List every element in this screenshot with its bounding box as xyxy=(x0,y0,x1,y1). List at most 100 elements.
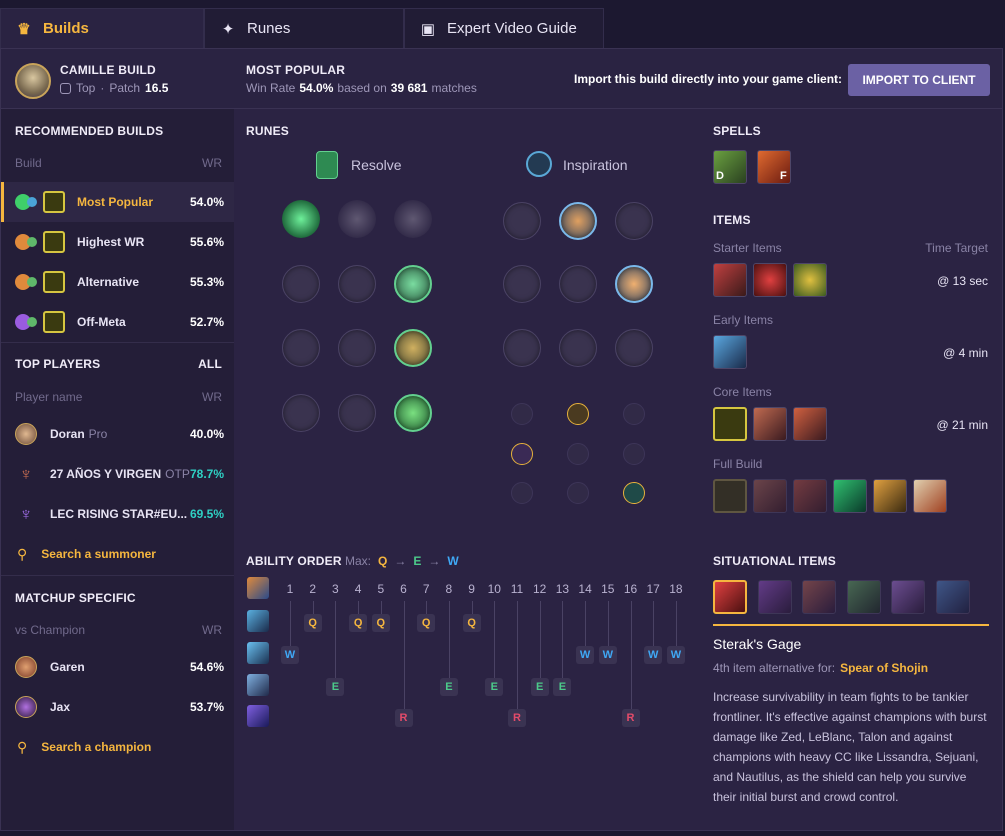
full-build-item-icon xyxy=(793,479,827,513)
search-summoner-link[interactable]: ⚲ Search a summoner xyxy=(1,534,234,574)
situational-item-icon[interactable] xyxy=(891,580,925,614)
skill-point-q: Q xyxy=(371,614,390,632)
shard-icon xyxy=(623,403,645,425)
situational-item-icon[interactable] xyxy=(758,580,792,614)
alternative-for: 4th item alternative for: Spear of Shoji… xyxy=(713,661,929,675)
top-role-icon xyxy=(60,82,71,94)
level-number: 14 xyxy=(578,582,592,596)
matchup-row[interactable]: Jax 53.7% xyxy=(1,687,234,727)
situational-item-icon[interactable] xyxy=(802,580,836,614)
level-connector xyxy=(607,601,609,646)
situational-item-icon[interactable] xyxy=(847,580,881,614)
items-title: ITEMS xyxy=(713,213,751,227)
import-to-client-button[interactable]: IMPORT TO CLIENT xyxy=(848,64,990,96)
build-panel: CAMILLE BUILD Top · Patch 16.5 MOST POPUL… xyxy=(0,48,1003,831)
build-option-alternative[interactable]: Alternative 55.3% xyxy=(1,262,234,302)
skill-point-e: E xyxy=(530,678,549,696)
level-connector xyxy=(403,601,405,709)
situational-item-name: Sterak's Gage xyxy=(713,636,802,652)
doran-blade-icon xyxy=(713,263,747,297)
tab-runes[interactable]: ✦ Runes xyxy=(204,8,404,48)
player-row[interactable]: Doran Pro 40.0% xyxy=(1,414,234,454)
shard-selected-icon xyxy=(623,482,645,504)
tab-expert-video-guide[interactable]: ▣ Expert Video Guide xyxy=(404,8,604,48)
jax-avatar xyxy=(15,696,37,718)
matchup-row[interactable]: Garen 54.6% xyxy=(1,647,234,687)
skill-point-w: W xyxy=(598,646,617,664)
runes-icon: ✦ xyxy=(221,20,235,38)
top-players-all-link[interactable]: ALL xyxy=(198,357,222,371)
build-option-most-popular[interactable]: Most Popular 54.0% xyxy=(1,182,234,222)
r-ability-icon xyxy=(247,705,269,727)
win-rate-line: Win Rate 54.0% based on 39 681 matches xyxy=(246,81,477,95)
sidebar: RECOMMENDED BUILDS Build WR Most Popular… xyxy=(1,109,234,830)
player-row[interactable]: ♆ 27 AÑOS Y VIRGEN OTP 78.7% xyxy=(1,454,234,494)
q-ability-icon xyxy=(247,610,269,632)
camille-avatar xyxy=(15,63,51,99)
situational-item-icon[interactable] xyxy=(936,580,970,614)
situational-item-description: Increase survivability in team fights to… xyxy=(713,690,987,804)
tab-builds[interactable]: ♛ Builds xyxy=(0,8,204,48)
level-connector xyxy=(471,601,473,614)
resolve-tree-icon xyxy=(316,151,338,179)
rune-icon xyxy=(503,329,541,367)
level-number: 4 xyxy=(354,582,362,596)
runes-title: RUNES xyxy=(246,124,290,138)
champion-build-title: CAMILLE BUILD xyxy=(60,63,156,77)
build-option-highest-wr[interactable]: Highest WR 55.6% xyxy=(1,222,234,262)
level-number: 9 xyxy=(468,582,475,596)
guardian-keystone-icon xyxy=(394,200,432,238)
level-connector xyxy=(630,601,632,709)
search-icon: ⚲ xyxy=(17,545,28,562)
tab-bar: ♛ Builds ✦ Runes ▣ Expert Video Guide xyxy=(0,8,604,48)
search-icon: ⚲ xyxy=(17,738,28,755)
shard-icon xyxy=(623,443,645,465)
rune-icon xyxy=(282,329,320,367)
level-connector xyxy=(562,601,564,678)
level-number: 1 xyxy=(286,582,294,596)
level-connector xyxy=(653,601,655,646)
shard-icon xyxy=(567,482,589,504)
skill-point-e: E xyxy=(485,678,504,696)
level-connector xyxy=(312,601,314,614)
rune-icon xyxy=(338,329,376,367)
rank-emblem-icon: ♆ xyxy=(19,504,33,524)
rune-selected-icon xyxy=(615,265,653,303)
level-number: 2 xyxy=(309,582,317,596)
level-connector xyxy=(585,601,587,646)
skill-point-w: W xyxy=(281,646,299,664)
player-avatar xyxy=(15,423,37,445)
steraks-gage-icon[interactable] xyxy=(713,580,747,614)
import-text: Import this build directly into your gam… xyxy=(574,72,843,86)
level-connector xyxy=(517,601,518,709)
situational-items-title: SITUATIONAL ITEMS xyxy=(713,554,836,568)
rune-icon xyxy=(615,202,653,240)
rune-selected-icon xyxy=(394,329,432,367)
level-connector xyxy=(290,601,291,646)
level-number: 13 xyxy=(555,582,570,596)
build-option-off-meta[interactable]: Off-Meta 52.7% xyxy=(1,302,234,342)
shard-icon xyxy=(567,443,589,465)
matchup-specific-title: MATCHUP SPECIFIC xyxy=(15,591,136,605)
rune-icon xyxy=(503,265,541,303)
player-row[interactable]: ♆ LEC RISING STAR#EU... 69.5% xyxy=(1,494,234,534)
level-connector xyxy=(675,601,677,646)
search-champion-link[interactable]: ⚲ Search a champion xyxy=(1,727,234,767)
e-ability-icon xyxy=(247,674,269,696)
shard-icon xyxy=(511,482,533,504)
skill-point-e: E xyxy=(326,678,345,696)
top-players-title: TOP PLAYERS xyxy=(15,357,101,371)
level-number: 8 xyxy=(445,582,453,596)
level-number: 3 xyxy=(332,582,339,596)
item-icon xyxy=(43,311,65,333)
level-connector xyxy=(494,601,496,678)
level-connector xyxy=(380,601,382,614)
skill-point-r: R xyxy=(508,709,526,727)
rune-icon xyxy=(338,265,376,303)
level-number: 6 xyxy=(400,582,407,596)
rune-icon xyxy=(282,265,320,303)
level-connector xyxy=(335,601,337,678)
passive-icon xyxy=(247,577,269,599)
level-connector xyxy=(426,601,428,614)
shard-icon xyxy=(511,403,533,425)
